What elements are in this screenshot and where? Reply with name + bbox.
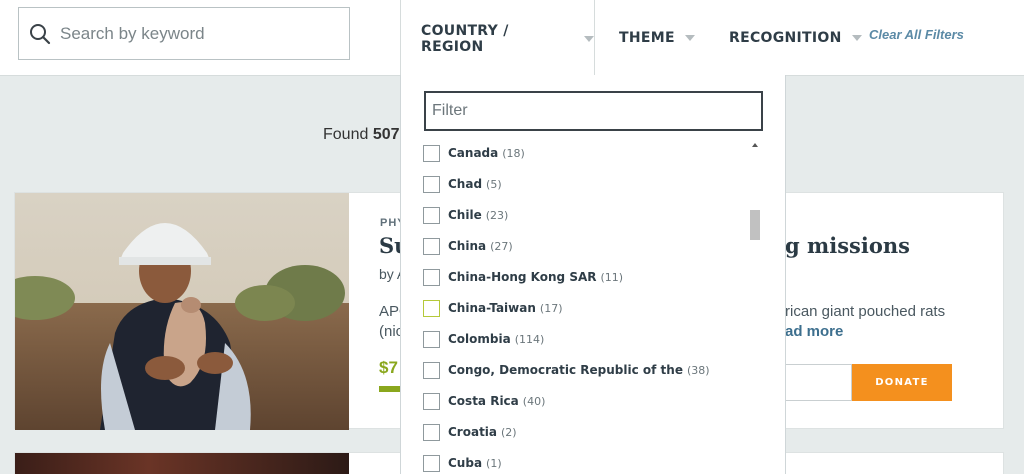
search-input[interactable] <box>60 23 320 44</box>
country-option-checkbox[interactable] <box>423 175 440 193</box>
country-option-checkbox[interactable] <box>423 144 440 162</box>
country-option[interactable]: Croatia (2) <box>423 422 517 442</box>
country-option-label: Chile <box>448 208 482 222</box>
country-option-count: (18) <box>502 146 525 160</box>
country-option[interactable]: Chad (5) <box>423 174 502 194</box>
dropdown-scrollbar[interactable] <box>749 139 762 474</box>
tab-country-region[interactable]: COUNTRY / REGION <box>400 0 595 77</box>
tab-theme[interactable]: THEME <box>619 0 695 76</box>
country-option-count: (114) <box>514 332 545 346</box>
country-option[interactable]: Canada (18) <box>423 143 525 163</box>
country-option-checkbox[interactable] <box>423 361 440 379</box>
country-option[interactable]: China-Hong Kong SAR (11) <box>423 267 623 287</box>
results-count: Found 507 <box>323 126 400 144</box>
tab-theme-label: THEME <box>619 30 675 46</box>
donate-button[interactable]: DONATE <box>852 364 952 401</box>
project-title-end[interactable]: g missions <box>785 233 910 258</box>
country-option-label: China-Hong Kong SAR <box>448 270 597 284</box>
project-photo[interactable] <box>15 453 349 474</box>
country-option[interactable]: Colombia (114) <box>423 329 544 349</box>
project-description-end: rican giant pouched rats <box>785 303 946 320</box>
country-option-count: (2) <box>501 425 517 439</box>
country-option-label: Cuba <box>448 456 483 470</box>
country-option-count: (38) <box>686 363 710 377</box>
search-box[interactable] <box>18 7 350 60</box>
country-option[interactable]: China-Taiwan (17) <box>423 298 563 318</box>
country-option-label: Croatia <box>448 425 498 439</box>
country-option-checkbox[interactable] <box>423 237 440 255</box>
country-option-checkbox[interactable] <box>423 392 440 410</box>
search-icon <box>30 23 51 44</box>
country-option-checkbox[interactable] <box>423 423 440 441</box>
country-option-label: China <box>448 239 487 253</box>
country-option[interactable]: Congo, Democratic Republic of the (38) <box>423 360 710 380</box>
project-photo-illustration <box>15 193 349 430</box>
country-option[interactable]: Cuba (1) <box>423 453 502 473</box>
country-option[interactable]: Costa Rica (40) <box>423 391 545 411</box>
scroll-up-arrow-icon[interactable] <box>752 143 758 147</box>
project-amount-raised: $7 <box>379 358 398 377</box>
country-option-checkbox[interactable] <box>423 330 440 348</box>
country-option-count: (1) <box>486 456 502 470</box>
chevron-down-icon <box>684 35 695 41</box>
dropdown-scrollbar-thumb[interactable] <box>750 210 760 240</box>
country-option-label: Colombia <box>448 332 511 346</box>
country-option-checkbox[interactable] <box>423 206 440 224</box>
chevron-down-icon <box>851 35 862 41</box>
country-option-count: (5) <box>486 177 502 191</box>
country-option-count: (23) <box>485 208 509 222</box>
country-option-count: (17) <box>539 301 563 315</box>
country-option-count: (27) <box>490 239 513 253</box>
chevron-down-icon <box>584 35 594 42</box>
project-photo[interactable] <box>15 193 349 430</box>
country-option[interactable]: China (27) <box>423 236 513 256</box>
clear-all-filters-link[interactable]: Clear All Filters <box>869 27 964 42</box>
country-option-checkbox[interactable] <box>423 299 440 317</box>
country-option-label: China-Taiwan <box>448 301 536 315</box>
tab-recognition[interactable]: RECOGNITION <box>729 0 862 76</box>
read-more-link[interactable]: ad more <box>785 323 843 340</box>
country-option[interactable]: Chile (23) <box>423 205 508 225</box>
country-option-count: (40) <box>522 394 546 408</box>
donation-amount-input[interactable] <box>785 364 852 401</box>
country-option-checkbox[interactable] <box>423 454 440 472</box>
country-filter-input[interactable] <box>424 91 763 131</box>
country-region-dropdown: Canada(18)Chad(5)Chile(23)China(27)China… <box>400 75 786 474</box>
results-found-prefix: Found <box>323 126 369 143</box>
results-found-number: 507 <box>372 126 400 143</box>
country-option-label: Canada <box>448 146 499 160</box>
country-option-label: Chad <box>448 177 483 191</box>
tab-country-region-label: COUNTRY / REGION <box>421 22 509 55</box>
country-option-checkbox[interactable] <box>423 268 440 286</box>
tab-recognition-label: RECOGNITION <box>729 30 842 46</box>
country-option-label: Congo, Democratic Republic of the <box>448 363 683 377</box>
country-option-label: Costa Rica <box>448 394 519 408</box>
filter-header: COUNTRY / REGION THEME RECOGNITION Clear… <box>0 0 1024 77</box>
country-option-count: (11) <box>600 270 624 284</box>
